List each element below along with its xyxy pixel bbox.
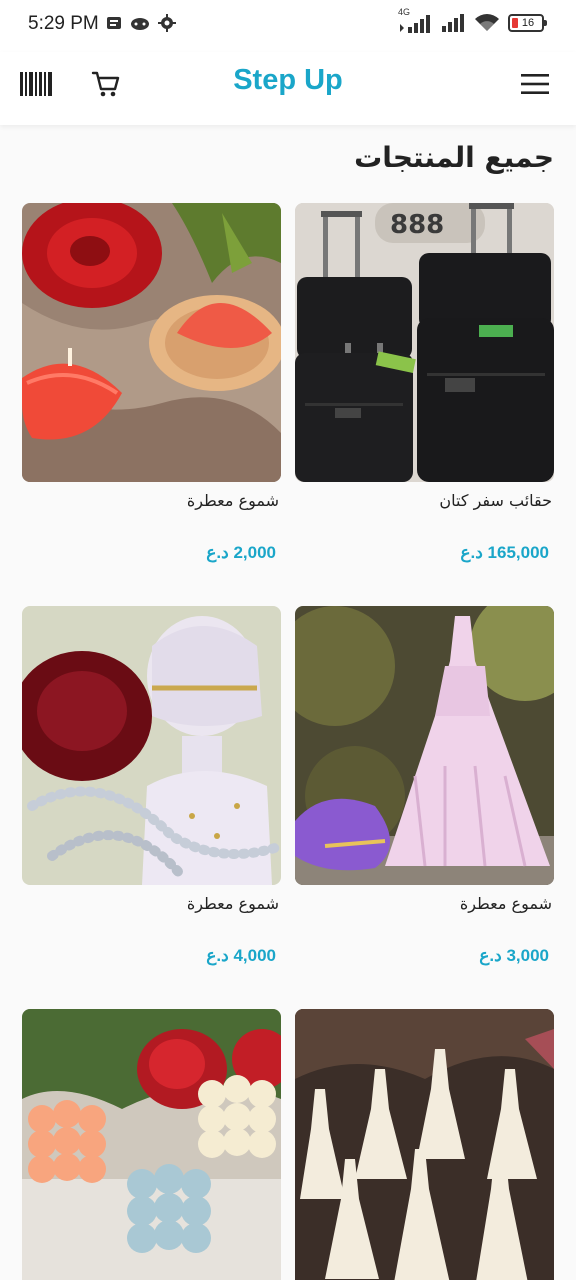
product-card[interactable] (22, 1009, 281, 1280)
svg-text:888: 888 (390, 210, 444, 240)
currency-label: د.ع (206, 543, 229, 562)
signal-4g-icon: 4G (398, 7, 432, 34)
product-card[interactable]: شموع معطرة 2,000 د.ع (22, 203, 281, 562)
currency-label: د.ع (479, 946, 502, 965)
product-name: شموع معطرة (186, 894, 279, 913)
menu-button[interactable] (518, 70, 552, 98)
product-price: 2,000 د.ع (206, 543, 276, 563)
product-price: 4,000 د.ع (206, 946, 276, 966)
wifi-icon (475, 14, 499, 31)
status-time: 5:29 PM (28, 13, 99, 34)
product-image (22, 606, 281, 885)
page-title: جميع المنتجات (354, 141, 554, 174)
product-card[interactable] (295, 1009, 554, 1280)
product-image (295, 1009, 554, 1280)
status-system-icons: 4G 16 (398, 7, 547, 34)
price-amount: 4,000 (233, 946, 276, 965)
product-card[interactable]: شموع معطرة 3,000 د.ع (295, 606, 554, 965)
product-card[interactable]: 888 حقائب سفر كتان 165,000 د.ع (295, 203, 554, 562)
status-notification-icons (106, 14, 176, 32)
product-name: شموع معطرة (186, 491, 279, 510)
product-name: شموع معطرة (459, 894, 552, 913)
sim-card-icon (107, 17, 121, 29)
product-price: 3,000 د.ع (479, 946, 549, 966)
battery-level: 16 (521, 17, 535, 29)
settings-gear-icon (158, 14, 176, 32)
price-amount: 3,000 (506, 946, 549, 965)
price-amount: 2,000 (233, 543, 276, 562)
price-amount: 165,000 (487, 543, 549, 562)
currency-label: د.ع (206, 946, 229, 965)
app-header: Step Up (0, 52, 576, 125)
status-bar: 5:29 PM 4G 16 (0, 0, 576, 52)
hamburger-menu-icon (521, 74, 549, 94)
currency-label: د.ع (460, 543, 483, 562)
battery-icon: 16 (508, 14, 547, 32)
product-image (22, 203, 281, 482)
product-image (295, 606, 554, 885)
signal-icon (442, 14, 464, 32)
product-card[interactable]: شموع معطرة 4,000 د.ع (22, 606, 281, 965)
product-image (22, 1009, 281, 1280)
product-image: 888 (295, 203, 554, 482)
product-name: حقائب سفر كتان (439, 491, 552, 510)
game-icon (131, 18, 149, 30)
network-type: 4G (398, 7, 411, 17)
product-price: 165,000 د.ع (460, 543, 549, 563)
app-title: Step Up (233, 64, 343, 96)
